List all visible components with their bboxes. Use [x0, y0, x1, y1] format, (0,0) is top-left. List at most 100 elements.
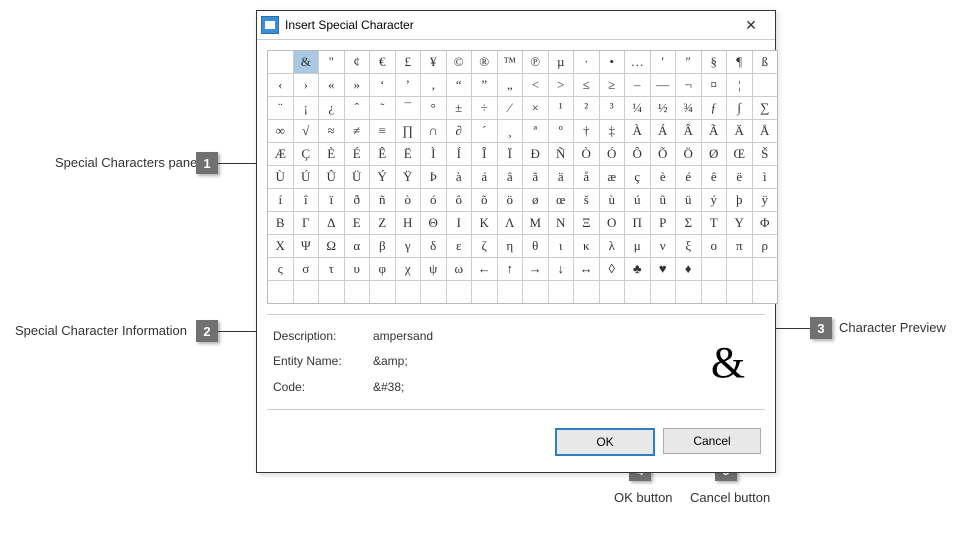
char-cell[interactable]: ν	[651, 235, 676, 257]
char-cell[interactable]: ð	[345, 189, 370, 211]
char-cell[interactable]: Υ	[727, 212, 752, 234]
char-cell[interactable]: µ	[549, 51, 574, 73]
char-cell[interactable]: ·	[294, 281, 319, 303]
char-cell[interactable]: ≈	[319, 120, 344, 142]
char-cell[interactable]: ¦	[727, 74, 752, 96]
char-cell[interactable]: Â	[676, 120, 701, 142]
char-cell[interactable]: È	[319, 143, 344, 165]
char-cell[interactable]: ∫	[727, 97, 752, 119]
ok-button[interactable]: OK	[555, 428, 655, 456]
char-cell[interactable]: †	[574, 120, 599, 142]
char-cell[interactable]: ™	[498, 51, 523, 73]
char-cell[interactable]: ‘	[370, 74, 395, 96]
char-cell[interactable]: Ψ	[294, 235, 319, 257]
char-cell[interactable]: Å	[753, 120, 778, 142]
char-cell[interactable]: ≥	[600, 74, 625, 96]
char-cell[interactable]: Δ	[319, 212, 344, 234]
char-cell[interactable]: ª	[523, 120, 548, 142]
char-cell[interactable]: σ	[294, 258, 319, 280]
char-cell[interactable]: ó	[421, 189, 446, 211]
char-cell[interactable]: ζ	[472, 235, 497, 257]
char-cell[interactable]: ã	[523, 166, 548, 188]
char-cell[interactable]: §	[702, 51, 727, 73]
char-cell[interactable]: ♥	[651, 258, 676, 280]
char-cell[interactable]: Τ	[702, 212, 727, 234]
special-characters-pane[interactable]: ·&"¢€£¥©®™℗µ·•…′″§¶ß‹›«»‘’‚“”„<>≤≥–—¬¤¦·…	[267, 50, 778, 304]
char-cell[interactable]: ©	[447, 51, 472, 73]
char-cell[interactable]: ¢	[345, 51, 370, 73]
char-cell[interactable]: ˜	[370, 97, 395, 119]
char-cell[interactable]: ψ	[421, 258, 446, 280]
char-cell[interactable]: ·	[753, 74, 778, 96]
char-cell[interactable]: θ	[523, 235, 548, 257]
char-cell[interactable]: √	[294, 120, 319, 142]
char-cell[interactable]: Ë	[396, 143, 421, 165]
char-cell[interactable]: Æ	[268, 143, 293, 165]
char-cell[interactable]: À	[625, 120, 650, 142]
char-cell[interactable]: <	[523, 74, 548, 96]
char-cell[interactable]: Ω	[319, 235, 344, 257]
char-cell[interactable]: ·	[268, 51, 293, 73]
char-cell[interactable]: ◊	[600, 258, 625, 280]
char-cell[interactable]: ·	[727, 258, 752, 280]
char-cell[interactable]: ½	[651, 97, 676, 119]
char-cell[interactable]: χ	[396, 258, 421, 280]
char-cell[interactable]: ·	[651, 281, 676, 303]
char-cell[interactable]: Ξ	[574, 212, 599, 234]
char-cell[interactable]: Ì	[421, 143, 446, 165]
char-cell[interactable]: ’	[396, 74, 421, 96]
char-cell[interactable]: ‚	[421, 74, 446, 96]
close-button[interactable]: ✕	[731, 13, 771, 37]
char-cell[interactable]: í	[268, 189, 293, 211]
char-cell[interactable]: Σ	[676, 212, 701, 234]
char-cell[interactable]: ·	[574, 281, 599, 303]
char-cell[interactable]: ←	[472, 258, 497, 280]
char-cell[interactable]: ∩	[421, 120, 446, 142]
char-cell[interactable]: ‹	[268, 74, 293, 96]
char-cell[interactable]: Ñ	[549, 143, 574, 165]
char-cell[interactable]: Ö	[676, 143, 701, 165]
char-cell[interactable]: ·	[625, 281, 650, 303]
char-cell[interactable]: ρ	[753, 235, 778, 257]
char-cell[interactable]: ›	[294, 74, 319, 96]
char-cell[interactable]: ∞	[268, 120, 293, 142]
char-cell[interactable]: β	[370, 235, 395, 257]
char-cell[interactable]: ü	[676, 189, 701, 211]
char-cell[interactable]: û	[651, 189, 676, 211]
char-cell[interactable]: •	[600, 51, 625, 73]
char-cell[interactable]: ′	[651, 51, 676, 73]
char-cell[interactable]: Î	[472, 143, 497, 165]
char-cell[interactable]: Ι	[447, 212, 472, 234]
char-cell[interactable]: Ý	[370, 166, 395, 188]
char-cell[interactable]: º	[549, 120, 574, 142]
char-cell[interactable]: ↔	[574, 258, 599, 280]
char-cell[interactable]: ·	[702, 281, 727, 303]
char-cell[interactable]: δ	[421, 235, 446, 257]
char-cell[interactable]: ˆ	[345, 97, 370, 119]
char-cell[interactable]: Ü	[345, 166, 370, 188]
char-cell[interactable]: ·	[549, 281, 574, 303]
char-cell[interactable]: ·	[727, 281, 752, 303]
char-cell[interactable]: ς	[268, 258, 293, 280]
char-cell[interactable]: Í	[447, 143, 472, 165]
char-cell[interactable]: ÷	[472, 97, 497, 119]
char-cell[interactable]: Û	[319, 166, 344, 188]
char-cell[interactable]: Γ	[294, 212, 319, 234]
char-cell[interactable]: ♣	[625, 258, 650, 280]
char-cell[interactable]: ¸	[498, 120, 523, 142]
char-cell[interactable]: ∑	[753, 97, 778, 119]
char-cell[interactable]: ·	[345, 281, 370, 303]
char-cell[interactable]: ï	[319, 189, 344, 211]
char-cell[interactable]: Ó	[600, 143, 625, 165]
char-cell[interactable]: τ	[319, 258, 344, 280]
char-cell[interactable]: ¥	[421, 51, 446, 73]
char-cell[interactable]: ℗	[523, 51, 548, 73]
char-cell[interactable]: Χ	[268, 235, 293, 257]
char-cell[interactable]: ²	[574, 97, 599, 119]
char-cell[interactable]: €	[370, 51, 395, 73]
char-cell[interactable]: Ε	[345, 212, 370, 234]
char-cell[interactable]: ¹	[549, 97, 574, 119]
char-cell[interactable]: Ô	[625, 143, 650, 165]
char-cell[interactable]: ↑	[498, 258, 523, 280]
char-cell[interactable]: ·	[753, 281, 778, 303]
